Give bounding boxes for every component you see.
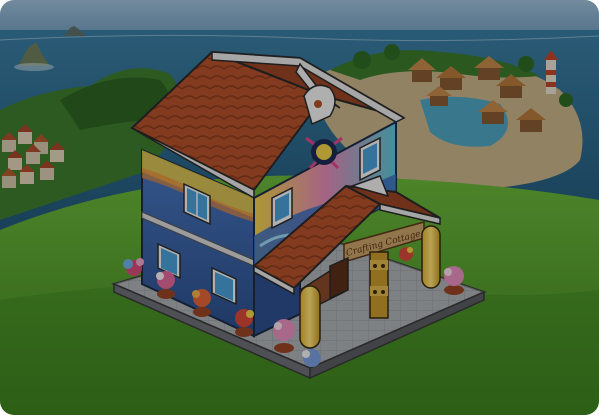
game-scene: Crafting Cottage [0, 0, 599, 415]
scene-canvas: Crafting Cottage [0, 0, 599, 415]
dim-overlay [0, 0, 599, 415]
